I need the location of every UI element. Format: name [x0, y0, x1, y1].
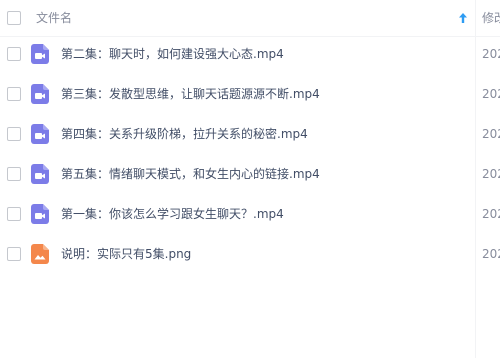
- file-name[interactable]: 第一集：你该怎么学习跟女生聊天？.mp4: [61, 205, 284, 223]
- video-file-icon: [31, 124, 49, 144]
- select-all-checkbox[interactable]: [7, 11, 21, 25]
- file-modified-date: 202: [482, 167, 500, 181]
- file-row[interactable]: 第二集：聊天时，如何建设强大心态.mp4 202: [0, 34, 500, 74]
- file-name[interactable]: 第三集：发散型思维，让聊天话题源源不断.mp4: [61, 85, 320, 103]
- video-file-icon: [31, 44, 49, 64]
- file-modified-date: 202: [482, 87, 500, 101]
- file-row[interactable]: 第一集：你该怎么学习跟女生聊天？.mp4 202: [0, 194, 500, 234]
- file-row[interactable]: 说明：实际只有5集.png 202: [0, 234, 500, 274]
- file-modified-date: 202: [482, 207, 500, 221]
- file-modified-date: 202: [482, 47, 500, 61]
- video-file-icon: [31, 204, 49, 224]
- file-row[interactable]: 第三集：发散型思维，让聊天话题源源不断.mp4 202: [0, 74, 500, 114]
- file-modified-date: 202: [482, 127, 500, 141]
- file-checkbox[interactable]: [7, 47, 21, 61]
- video-file-icon: [31, 84, 49, 104]
- image-file-icon: [31, 244, 49, 264]
- file-row[interactable]: 第四集：关系升级阶梯，拉升关系的秘密.mp4 202: [0, 114, 500, 154]
- file-list-header: 文件名 修改: [0, 0, 500, 37]
- file-checkbox[interactable]: [7, 87, 21, 101]
- sort-ascending-icon[interactable]: [456, 11, 470, 25]
- file-modified-date: 202: [482, 247, 500, 261]
- column-header-filename[interactable]: 文件名: [36, 10, 72, 26]
- video-file-icon: [31, 164, 49, 184]
- file-name[interactable]: 说明：实际只有5集.png: [61, 245, 191, 263]
- file-name[interactable]: 第四集：关系升级阶梯，拉升关系的秘密.mp4: [61, 125, 308, 143]
- file-name[interactable]: 第二集：聊天时，如何建设强大心态.mp4: [61, 45, 284, 63]
- column-header-modified[interactable]: 修改: [482, 10, 500, 26]
- file-checkbox[interactable]: [7, 127, 21, 141]
- file-checkbox[interactable]: [7, 167, 21, 181]
- file-name[interactable]: 第五集：情绪聊天模式，和女生内心的链接.mp4: [61, 165, 320, 183]
- file-list: 文件名 修改 第二集：聊天时，如何建设强大心态.mp4 202 第三集：发散型思…: [0, 0, 500, 358]
- file-checkbox[interactable]: [7, 247, 21, 261]
- file-checkbox[interactable]: [7, 207, 21, 221]
- file-row[interactable]: 第五集：情绪聊天模式，和女生内心的链接.mp4 202: [0, 154, 500, 194]
